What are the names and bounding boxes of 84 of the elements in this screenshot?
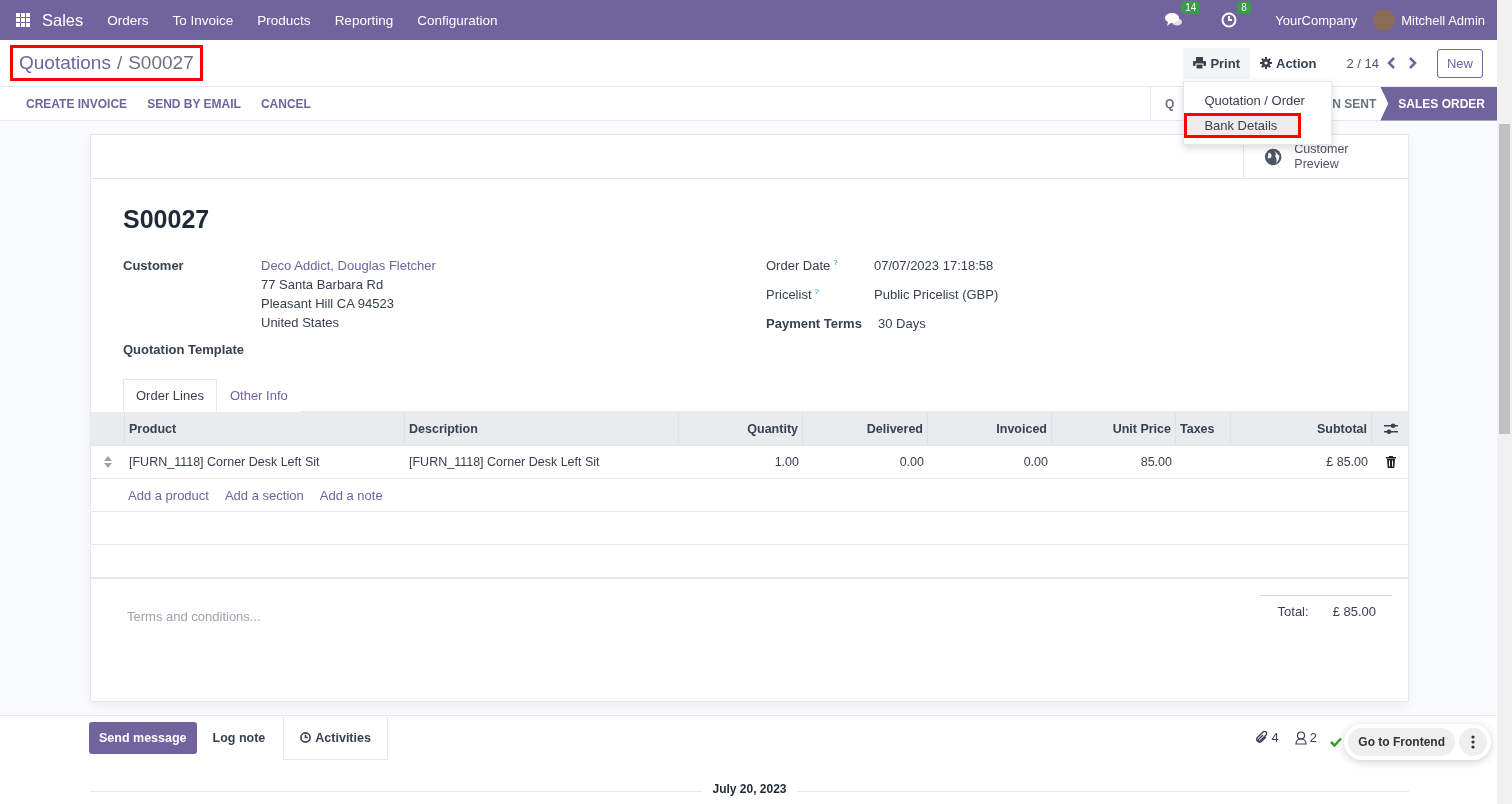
more-options-button[interactable]: [1459, 728, 1487, 756]
column-header[interactable]: Taxes: [1176, 412, 1231, 445]
address-line: 77 Santa Barbara Rd: [261, 277, 385, 292]
total-value: £ 85.00: [1332, 604, 1376, 621]
menu-item[interactable]: Quotation / Order: [1184, 87, 1332, 113]
column-header[interactable]: Product: [125, 412, 405, 445]
clock-icon: [300, 732, 312, 743]
column-settings-icon[interactable]: [1383, 422, 1398, 435]
address-line: United States: [261, 315, 341, 330]
status-stage[interactable]: N SENT: [1332, 86, 1381, 121]
action-bar-button[interactable]: SEND BY EMAIL: [137, 92, 251, 115]
action-bar-button[interactable]: CANCEL: [250, 92, 321, 115]
field-value[interactable]: 07/07/2023 17:18:58: [874, 258, 1408, 273]
address-line: Pleasant Hill CA 94523: [261, 296, 395, 311]
nav-menu-item[interactable]: Products: [257, 12, 311, 28]
field-value[interactable]: 30 Days: [874, 316, 1408, 331]
column-header[interactable]: Quantity: [679, 412, 803, 445]
chat-icon[interactable]: [1165, 12, 1184, 28]
total-label: Total:: [1277, 604, 1309, 621]
table-cell-text: 0.00: [1022, 455, 1049, 469]
globe-icon: [1264, 146, 1283, 167]
attachments-button[interactable]: 4: [1254, 730, 1279, 745]
delete-icon[interactable]: [1385, 456, 1396, 468]
breadcrumb-current: S00027: [128, 52, 194, 74]
user-name[interactable]: Mitchell Admin: [1401, 12, 1485, 28]
column-header[interactable]: Invoiced: [928, 412, 1052, 445]
column-header[interactable]: Description: [405, 412, 679, 445]
activities-count: 8: [1237, 1, 1251, 14]
field-label: Quotation Template: [123, 342, 245, 357]
pager-value: 2 / 14: [1346, 55, 1379, 71]
gear-icon: [1260, 57, 1272, 69]
clock-icon[interactable]: [1221, 12, 1238, 28]
company-switcher[interactable]: YourCompany: [1275, 12, 1358, 28]
nav-menu-item[interactable]: Reporting: [334, 12, 394, 28]
chatter-button[interactable]: Log note: [202, 722, 276, 754]
table-cell-text: 1.00: [773, 455, 800, 469]
table-cell-text: [FURN_1118] Corner Desk Left Sit: [408, 455, 601, 469]
field-value[interactable]: Public Pricelist (GBP): [874, 287, 1408, 302]
followers-button[interactable]: 2: [1294, 730, 1317, 745]
nav-menu-item[interactable]: To Invoice: [172, 12, 234, 28]
customer-link[interactable]: Deco Addict, Douglas Fletcher: [261, 258, 766, 273]
action-bar-button[interactable]: CREATE INVOICE: [16, 92, 138, 115]
app-menu-icon[interactable]: [16, 13, 30, 27]
printer-icon: [1193, 57, 1207, 69]
table-cell-text: £ 85.00: [1325, 455, 1369, 469]
help-mark: ?: [814, 287, 819, 298]
check-icon: [1330, 737, 1343, 747]
field-label: Pricelist $^{?}$: [766, 287, 820, 302]
field-label: Payment Terms: [766, 316, 863, 331]
breadcrumb-separator: /: [116, 52, 123, 74]
next-icon[interactable]: [1408, 57, 1417, 69]
breadcrumb-link[interactable]: Quotations: [19, 52, 111, 74]
table-cell-text: [FURN_1118] Corner Desk Left Sit: [128, 455, 321, 469]
scrollbar-thumb[interactable]: [1499, 124, 1510, 434]
chatter-button[interactable]: Send message: [89, 722, 197, 754]
help-mark: ?: [833, 258, 838, 269]
field-label: Order Date $^{?}$: [766, 258, 839, 273]
print-button[interactable]: Print: [1183, 47, 1250, 79]
table-cell-text: 85.00: [1139, 455, 1173, 469]
go-to-frontend-button[interactable]: Go to Frontend: [1348, 728, 1455, 756]
table-cell-text: 0.00: [898, 455, 925, 469]
kebab-icon: [1471, 735, 1475, 749]
column-header[interactable]: Subtotal: [1231, 412, 1372, 445]
previous-icon[interactable]: [1387, 57, 1396, 69]
nav-menu-item[interactable]: Orders: [107, 12, 149, 28]
new-button[interactable]: New: [1437, 48, 1483, 78]
add-line-link[interactable]: Add a note: [319, 487, 383, 503]
action-button[interactable]: Action: [1250, 47, 1327, 79]
field-label: Customer: [123, 258, 184, 273]
status-stage[interactable]: SALES ORDER: [1380, 86, 1497, 121]
status-stage[interactable]: Q: [1150, 86, 1175, 121]
column-header[interactable]: Delivered: [803, 412, 928, 445]
form-tab[interactable]: Order Lines: [123, 379, 217, 412]
record-title: S00027: [123, 205, 211, 234]
messages-count: 14: [1181, 1, 1201, 14]
column-header[interactable]: Unit Price: [1052, 412, 1176, 445]
date-separator: July 20, 2023: [702, 782, 797, 796]
menu-item[interactable]: Bank Details: [1184, 112, 1302, 138]
add-line-link[interactable]: Add a section: [224, 487, 304, 503]
activities-button[interactable]: Activities: [283, 716, 389, 760]
app-name[interactable]: Sales: [42, 10, 84, 30]
nav-menu-item[interactable]: Configuration: [417, 12, 498, 28]
drag-handle-icon[interactable]: [104, 456, 112, 468]
add-line-link[interactable]: Add a product: [128, 487, 209, 503]
